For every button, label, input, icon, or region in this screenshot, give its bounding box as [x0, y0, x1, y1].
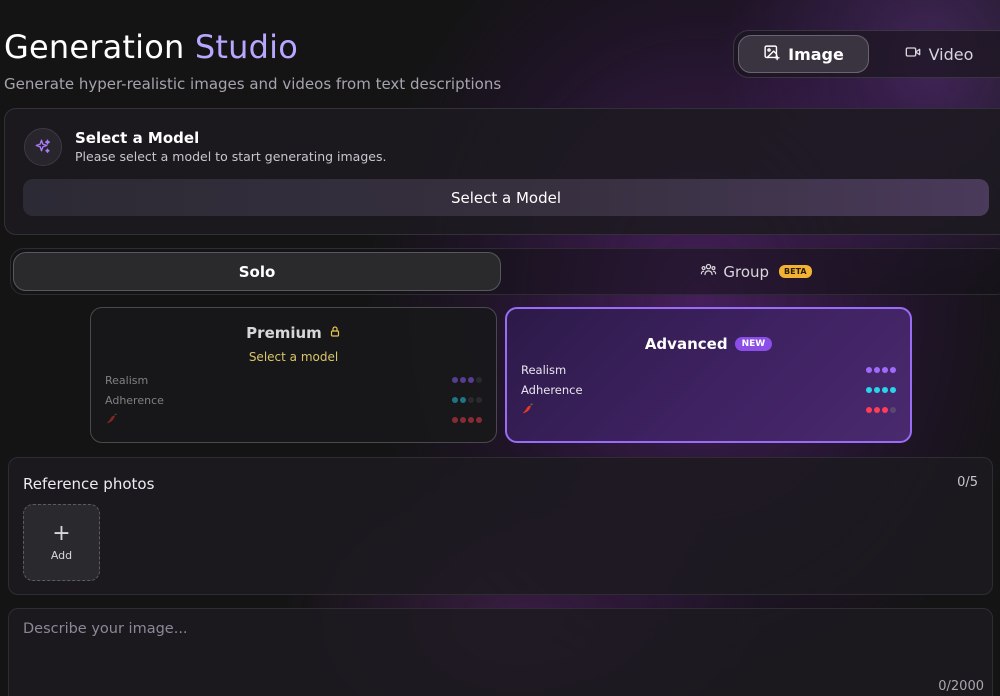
rating-dot-filled: [866, 407, 872, 413]
reference-photos-count: 0/5: [957, 475, 978, 490]
page-subtitle: Generate hyper-realistic images and vide…: [4, 75, 502, 93]
rating-dot-filled: [890, 367, 896, 373]
rating-dot-filled: [468, 417, 474, 423]
rating-dot-filled: [452, 397, 458, 403]
reference-photos-panel: Reference photos 0/5 + Add: [8, 457, 993, 595]
rating-dot-filled: [874, 407, 880, 413]
advanced-spice-dots: [866, 407, 896, 413]
advanced-tier-card[interactable]: Advanced NEW Realism Adherence: [505, 307, 912, 443]
image-icon: [763, 44, 780, 65]
generation-type-switch: Solo Group BETA: [10, 248, 1000, 295]
rating-dot-empty: [890, 407, 896, 413]
video-mode-button[interactable]: Video: [879, 35, 999, 73]
advanced-adherence-label: Adherence: [521, 383, 583, 397]
model-select-panel: Select a Model Please select a model to …: [4, 108, 1000, 235]
prompt-panel: 0/2000: [8, 608, 993, 696]
rating-dot-filled: [460, 377, 466, 383]
video-camera-icon: [905, 44, 921, 64]
add-label: Add: [50, 549, 73, 562]
premium-realism-dots: [452, 377, 482, 383]
rating-dot-filled: [866, 387, 872, 393]
media-mode-switch: Image Video: [733, 30, 1000, 78]
advanced-adherence-dots: [866, 387, 896, 393]
sparkles-icon: [24, 128, 62, 166]
model-select-description: Please select a model to start generatin…: [75, 149, 387, 164]
advanced-realism-stat: Realism: [521, 362, 896, 378]
rating-dot-filled: [874, 387, 880, 393]
chili-pepper-icon: [521, 401, 534, 420]
image-mode-button[interactable]: Image: [738, 35, 869, 73]
model-select-heading: Select a Model: [75, 129, 200, 147]
premium-realism-label: Realism: [105, 373, 149, 387]
premium-realism-stat: Realism: [105, 372, 482, 388]
group-tab-label: Group: [723, 262, 770, 281]
rating-dot-empty: [468, 397, 474, 403]
premium-adherence-dots: [452, 397, 482, 403]
advanced-realism-dots: [866, 367, 896, 373]
reference-photos-title: Reference photos: [23, 475, 155, 493]
advanced-spice-stat: [521, 402, 896, 418]
prompt-input[interactable]: [9, 609, 992, 696]
rating-dot-filled: [890, 387, 896, 393]
solo-tab[interactable]: Solo: [13, 252, 501, 291]
page-title-accent: Studio: [194, 28, 299, 66]
rating-dot-filled: [452, 377, 458, 383]
rating-dot-filled: [882, 387, 888, 393]
rating-dot-empty: [476, 377, 482, 383]
premium-spice-stat: [105, 412, 482, 428]
rating-dot-filled: [460, 397, 466, 403]
advanced-tier-name: Advanced: [644, 335, 728, 353]
select-model-button[interactable]: Select a Model: [23, 179, 989, 216]
rating-dot-filled: [452, 417, 458, 423]
plus-icon: +: [52, 521, 71, 546]
rating-dot-empty: [476, 397, 482, 403]
premium-tier-subtitle: Select a model: [248, 350, 339, 364]
image-mode-label: Image: [788, 44, 844, 64]
group-tab[interactable]: Group BETA: [511, 252, 1000, 291]
premium-adherence-label: Adherence: [105, 393, 164, 407]
lock-icon: [329, 324, 341, 342]
add-reference-photo-button[interactable]: + Add: [23, 504, 100, 581]
chili-pepper-icon: [105, 411, 118, 430]
premium-adherence-stat: Adherence: [105, 392, 482, 408]
rating-dot-filled: [874, 367, 880, 373]
premium-tier-header: Premium: [91, 324, 496, 342]
premium-tier-card[interactable]: Premium Select a model Realism Adherence: [90, 307, 497, 443]
page-title: Generation Studio: [4, 28, 298, 66]
premium-spice-dots: [452, 417, 482, 423]
advanced-adherence-stat: Adherence: [521, 382, 896, 398]
rating-dot-filled: [476, 417, 482, 423]
advanced-tier-header: Advanced NEW: [507, 335, 910, 353]
premium-tier-name: Premium: [246, 324, 322, 342]
advanced-realism-label: Realism: [521, 363, 567, 377]
rating-dot-filled: [460, 417, 466, 423]
video-mode-label: Video: [928, 44, 974, 64]
page-title-main: Generation: [4, 28, 185, 66]
rating-dot-filled: [866, 367, 872, 373]
rating-dot-filled: [882, 367, 888, 373]
rating-dot-filled: [882, 407, 888, 413]
solo-tab-label: Solo: [238, 262, 276, 281]
new-badge: NEW: [734, 337, 773, 351]
rating-dot-filled: [468, 377, 474, 383]
prompt-char-count: 0/2000: [938, 679, 984, 694]
group-people-icon: [700, 261, 717, 282]
beta-badge: BETA: [779, 265, 812, 278]
